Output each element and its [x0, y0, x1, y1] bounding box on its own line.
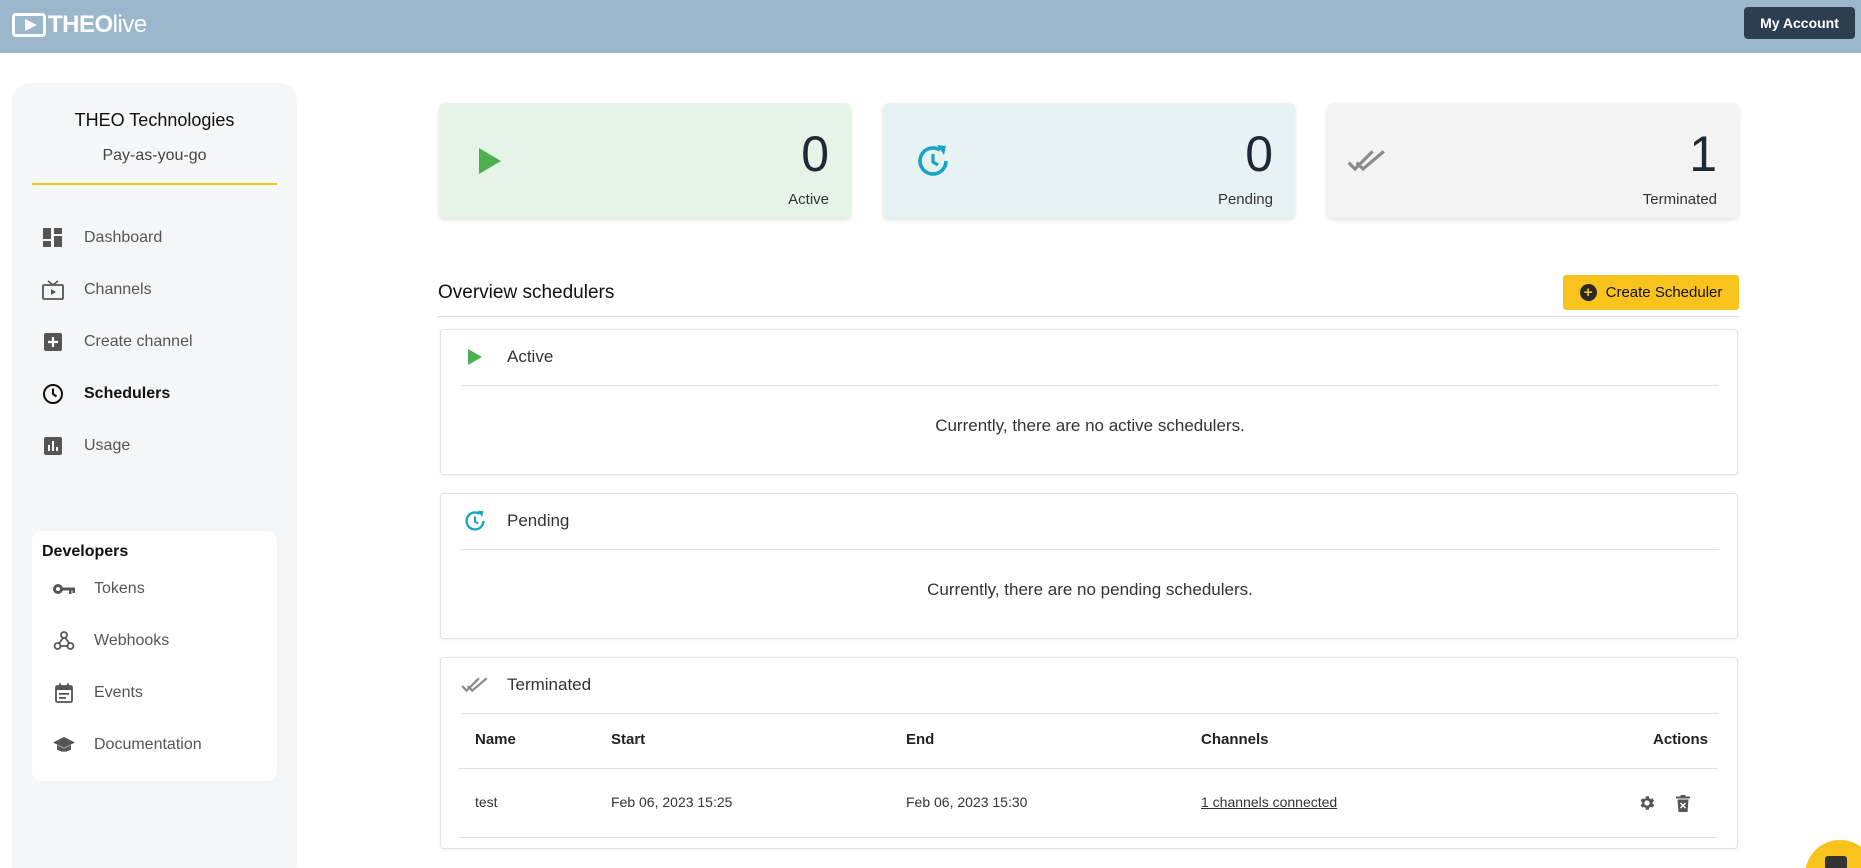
chat-widget-button[interactable]: [1805, 840, 1861, 868]
active-panel: Active Currently, there are no active sc…: [440, 329, 1738, 475]
stat-card-active: 0 Active: [439, 103, 851, 218]
channels-connected-link[interactable]: 1 channels connected: [1201, 794, 1337, 810]
sidebar-item-dashboard[interactable]: Dashboard: [42, 222, 162, 254]
pending-panel-title: Pending: [507, 511, 570, 530]
sidebar-item-channels[interactable]: Channels: [42, 274, 152, 306]
clock-icon: [42, 383, 64, 405]
developer-item-label: Documentation: [94, 736, 202, 753]
sidebar-item-webhooks[interactable]: Webhooks: [52, 626, 169, 656]
pending-panel-header: Pending: [461, 508, 569, 534]
sidebar-item-documentation[interactable]: Documentation: [52, 730, 202, 760]
column-header-channels[interactable]: Channels: [1201, 731, 1269, 748]
terminated-panel: Terminated: [440, 657, 1738, 849]
stat-card-terminated: 1 Terminated: [1327, 103, 1739, 218]
divider: [461, 713, 1719, 714]
divider: [461, 549, 1719, 550]
pending-label: Pending: [1217, 191, 1273, 208]
table-header-divider: [459, 768, 1717, 769]
my-account-button[interactable]: My Account: [1744, 7, 1855, 39]
add-box-icon: [42, 331, 64, 353]
overview-divider: [438, 316, 1739, 317]
sidebar-item-label: Channels: [84, 281, 152, 298]
page-title: Overview schedulers: [438, 282, 615, 303]
chat-icon: [1825, 856, 1847, 868]
active-empty-message: Currently, there are no active scheduler…: [935, 416, 1245, 435]
developers-section: Developers Tokens Webhooks Events Docume…: [32, 531, 277, 781]
active-label: Active: [788, 191, 829, 208]
sidebar-item-label: Dashboard: [84, 229, 163, 246]
sidebar-item-label: Create channel: [84, 333, 193, 350]
developer-item-label: Tokens: [94, 580, 145, 597]
school-icon: [52, 734, 76, 756]
sidebar-item-tokens[interactable]: Tokens: [52, 574, 145, 604]
table-row-divider: [459, 837, 1717, 838]
play-icon: [461, 344, 489, 370]
terminated-panel-header: Terminated: [461, 672, 591, 698]
update-icon: [913, 141, 953, 181]
pending-count: 0: [1245, 126, 1273, 182]
sidebar-item-events[interactable]: Events: [52, 678, 143, 708]
sidebar-item-create-channel[interactable]: Create channel: [42, 326, 193, 358]
scheduler-start: Feb 06, 2023 15:25: [611, 794, 733, 810]
org-name: THEO Technologies: [74, 110, 235, 130]
sidebar-item-label: Usage: [84, 437, 131, 454]
pending-panel: Pending Currently, there are no pending …: [440, 493, 1738, 639]
active-panel-header: Active: [461, 344, 553, 370]
org-divider: [32, 183, 277, 185]
play-icon: [469, 141, 509, 181]
webhook-icon: [52, 630, 76, 652]
column-header-name[interactable]: Name: [475, 731, 516, 748]
delete-icon[interactable]: [1673, 793, 1693, 813]
scheduler-name: test: [475, 794, 498, 810]
scheduler-end: Feb 06, 2023 15:30: [906, 794, 1028, 810]
sidebar-item-label: Schedulers: [84, 385, 171, 402]
terminated-count: 1: [1689, 126, 1717, 182]
play-logo-icon: [12, 13, 46, 37]
plus-circle-icon: +: [1579, 284, 1597, 301]
tv-icon: [42, 279, 64, 301]
stat-card-pending: 0 Pending: [883, 103, 1295, 218]
pending-empty-message: Currently, there are no pending schedule…: [927, 580, 1253, 599]
column-header-end[interactable]: End: [906, 731, 934, 748]
org-plan: Pay-as-you-go: [102, 147, 207, 164]
key-icon: [52, 578, 76, 600]
done-all-icon: [1347, 141, 1387, 181]
top-bar: THEOlive My Account: [0, 0, 1861, 53]
settings-gear-icon[interactable]: [1637, 793, 1657, 813]
bar-chart-icon: [42, 435, 64, 457]
create-scheduler-button[interactable]: + Create Scheduler: [1563, 275, 1739, 310]
create-scheduler-label: Create Scheduler: [1605, 284, 1723, 301]
sidebar: THEO Technologies Pay-as-you-go Dashboar…: [12, 83, 297, 868]
sidebar-item-schedulers[interactable]: Schedulers: [42, 378, 170, 410]
dashboard-icon: [42, 227, 64, 249]
terminated-panel-title: Terminated: [507, 675, 592, 694]
sidebar-item-usage[interactable]: Usage: [42, 430, 130, 462]
done-all-icon: [461, 672, 489, 698]
theolive-logo[interactable]: THEOlive: [12, 11, 147, 39]
divider: [461, 385, 1719, 386]
logo-text: THEOlive: [48, 11, 147, 38]
developer-item-label: Events: [94, 684, 143, 701]
column-header-start[interactable]: Start: [611, 731, 645, 748]
calendar-icon: [52, 682, 76, 704]
update-icon: [461, 508, 489, 534]
developer-item-label: Webhooks: [94, 632, 170, 649]
active-count: 0: [801, 126, 829, 182]
column-header-actions: Actions: [1653, 731, 1709, 748]
developers-title: Developers: [42, 543, 129, 560]
terminated-label: Terminated: [1642, 191, 1717, 208]
active-panel-title: Active: [507, 347, 554, 366]
